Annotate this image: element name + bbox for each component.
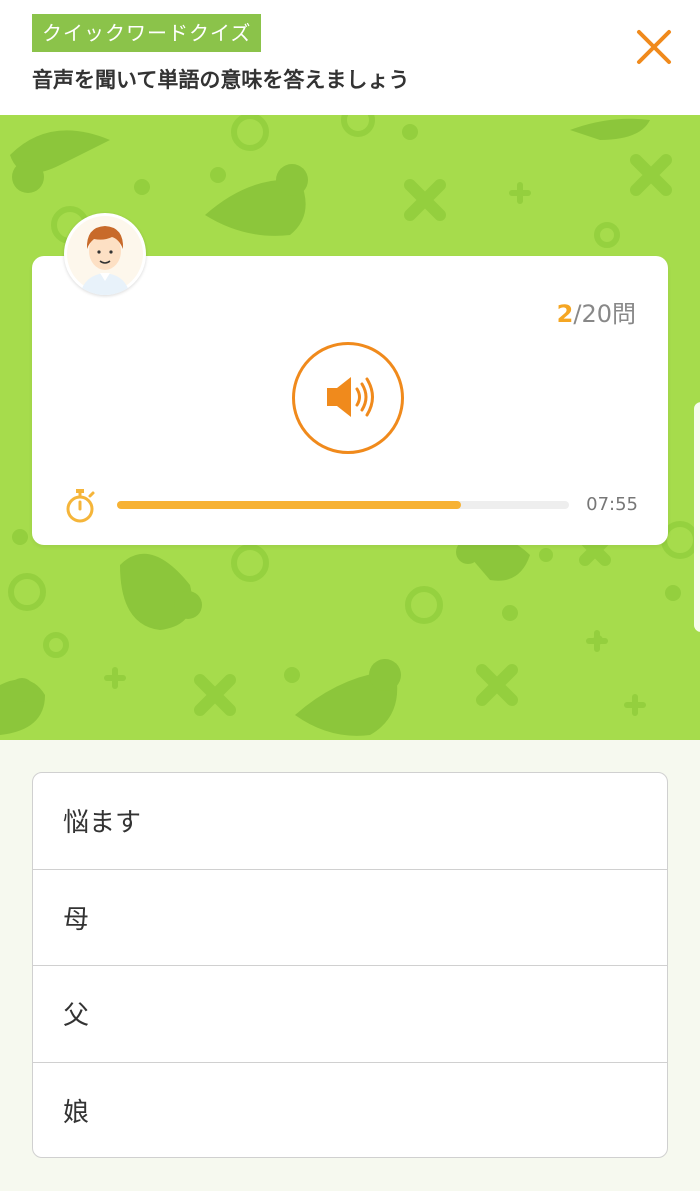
play-audio-button[interactable] [292,342,404,454]
answer-option-1[interactable]: 悩ます [33,773,667,870]
total-questions: /20問 [573,300,636,328]
current-question-number: 2 [556,300,574,328]
question-card: 2/20問 07:55 [32,256,668,545]
time-remaining: 07:55 [586,494,638,515]
side-panel-handle[interactable] [694,402,700,632]
timer-progress-bar [117,501,569,509]
close-button[interactable] [634,27,674,67]
header: クイックワードクイズ 音声を聞いて単語の意味を答えましょう [0,0,700,115]
avatar-face-icon [67,216,143,295]
answer-option-2[interactable]: 母 [33,870,667,966]
quiz-type-badge: クイックワードクイズ [32,14,262,52]
instruction-text: 音声を聞いて単語の意味を答えましょう [32,68,410,92]
speaker-icon [327,377,374,417]
avatar [64,213,146,295]
answer-option-4[interactable]: 娘 [33,1063,667,1158]
answer-option-3[interactable]: 父 [33,966,667,1063]
stopwatch-icon [66,489,95,523]
answer-list: 悩ます 母 父 娘 [32,772,668,1158]
question-counter: 2/20問 [557,294,636,329]
timer-progress-fill [117,501,461,509]
close-icon [637,30,671,64]
